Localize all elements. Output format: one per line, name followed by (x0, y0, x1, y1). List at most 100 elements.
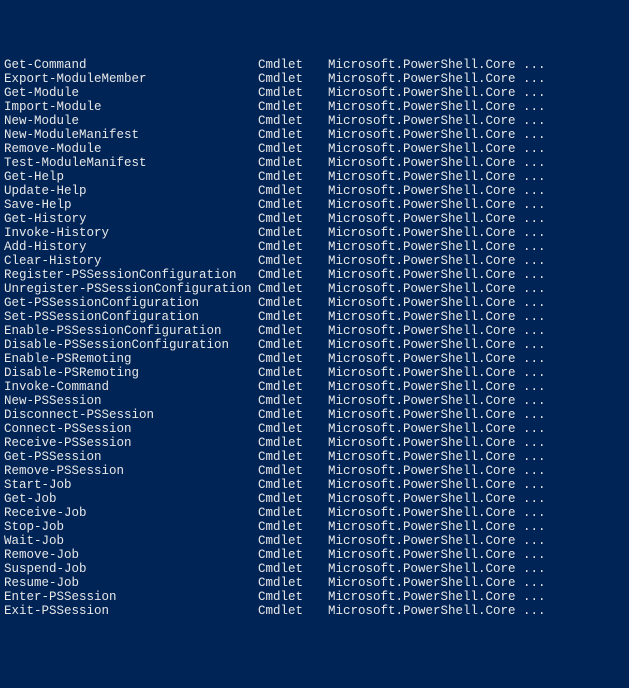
command-row: Connect-PSSessionCmdletMicrosoft.PowerSh… (4, 422, 625, 436)
command-row: Get-CommandCmdletMicrosoft.PowerShell.Co… (4, 58, 625, 72)
command-name: Receive-PSSession (4, 436, 258, 450)
command-type: Cmdlet (258, 58, 328, 72)
command-name: Disconnect-PSSession (4, 408, 258, 422)
command-row: Resume-JobCmdletMicrosoft.PowerShell.Cor… (4, 576, 625, 590)
command-source: Microsoft.PowerShell.Core ... (328, 548, 625, 562)
command-type: Cmdlet (258, 450, 328, 464)
command-name: Remove-Module (4, 142, 258, 156)
command-source: Microsoft.PowerShell.Core ... (328, 100, 625, 114)
command-row: Clear-HistoryCmdletMicrosoft.PowerShell.… (4, 254, 625, 268)
command-type: Cmdlet (258, 338, 328, 352)
command-source: Microsoft.PowerShell.Core ... (328, 604, 625, 618)
command-source: Microsoft.PowerShell.Core ... (328, 562, 625, 576)
command-type: Cmdlet (258, 268, 328, 282)
command-name: Clear-History (4, 254, 258, 268)
command-source: Microsoft.PowerShell.Core ... (328, 520, 625, 534)
command-row: Receive-PSSessionCmdletMicrosoft.PowerSh… (4, 436, 625, 450)
command-source: Microsoft.PowerShell.Core ... (328, 590, 625, 604)
command-type: Cmdlet (258, 198, 328, 212)
command-name: Add-History (4, 240, 258, 254)
command-type: Cmdlet (258, 184, 328, 198)
command-type: Cmdlet (258, 506, 328, 520)
command-row: Get-ModuleCmdletMicrosoft.PowerShell.Cor… (4, 86, 625, 100)
command-source: Microsoft.PowerShell.Core ... (328, 226, 625, 240)
command-type: Cmdlet (258, 422, 328, 436)
command-type: Cmdlet (258, 436, 328, 450)
command-type: Cmdlet (258, 128, 328, 142)
command-source: Microsoft.PowerShell.Core ... (328, 156, 625, 170)
command-name: New-Module (4, 114, 258, 128)
command-type: Cmdlet (258, 296, 328, 310)
command-type: Cmdlet (258, 394, 328, 408)
command-type: Cmdlet (258, 380, 328, 394)
command-source: Microsoft.PowerShell.Core ... (328, 576, 625, 590)
command-name: Enter-PSSession (4, 590, 258, 604)
command-row: Disable-PSSessionConfigurationCmdletMicr… (4, 338, 625, 352)
command-type: Cmdlet (258, 324, 328, 338)
command-type: Cmdlet (258, 212, 328, 226)
command-type: Cmdlet (258, 562, 328, 576)
command-source: Microsoft.PowerShell.Core ... (328, 366, 625, 380)
command-name: Disable-PSRemoting (4, 366, 258, 380)
command-row: Disconnect-PSSessionCmdletMicrosoft.Powe… (4, 408, 625, 422)
powershell-output: Get-CommandCmdletMicrosoft.PowerShell.Co… (4, 58, 625, 618)
command-row: Invoke-CommandCmdletMicrosoft.PowerShell… (4, 380, 625, 394)
command-source: Microsoft.PowerShell.Core ... (328, 282, 625, 296)
command-row: Export-ModuleMemberCmdletMicrosoft.Power… (4, 72, 625, 86)
command-name: Start-Job (4, 478, 258, 492)
command-source: Microsoft.PowerShell.Core ... (328, 324, 625, 338)
command-name: New-ModuleManifest (4, 128, 258, 142)
command-name: Enable-PSRemoting (4, 352, 258, 366)
command-type: Cmdlet (258, 548, 328, 562)
command-name: Unregister-PSSessionConfiguration (4, 282, 258, 296)
command-row: Save-HelpCmdletMicrosoft.PowerShell.Core… (4, 198, 625, 212)
command-source: Microsoft.PowerShell.Core ... (328, 86, 625, 100)
command-row: Enable-PSSessionConfigurationCmdletMicro… (4, 324, 625, 338)
command-source: Microsoft.PowerShell.Core ... (328, 408, 625, 422)
command-source: Microsoft.PowerShell.Core ... (328, 170, 625, 184)
command-name: Get-PSSession (4, 450, 258, 464)
command-source: Microsoft.PowerShell.Core ... (328, 338, 625, 352)
command-row: Register-PSSessionConfigurationCmdletMic… (4, 268, 625, 282)
command-name: Get-Module (4, 86, 258, 100)
command-name: Connect-PSSession (4, 422, 258, 436)
command-name: Update-Help (4, 184, 258, 198)
command-source: Microsoft.PowerShell.Core ... (328, 464, 625, 478)
command-name: Set-PSSessionConfiguration (4, 310, 258, 324)
command-type: Cmdlet (258, 86, 328, 100)
command-row: Invoke-HistoryCmdletMicrosoft.PowerShell… (4, 226, 625, 240)
command-type: Cmdlet (258, 520, 328, 534)
command-type: Cmdlet (258, 478, 328, 492)
command-row: Disable-PSRemotingCmdletMicrosoft.PowerS… (4, 366, 625, 380)
command-source: Microsoft.PowerShell.Core ... (328, 534, 625, 548)
command-source: Microsoft.PowerShell.Core ... (328, 212, 625, 226)
command-type: Cmdlet (258, 576, 328, 590)
command-source: Microsoft.PowerShell.Core ... (328, 506, 625, 520)
command-name: Remove-Job (4, 548, 258, 562)
command-type: Cmdlet (258, 240, 328, 254)
command-row: Stop-JobCmdletMicrosoft.PowerShell.Core … (4, 520, 625, 534)
command-name: Get-Command (4, 58, 258, 72)
command-source: Microsoft.PowerShell.Core ... (328, 380, 625, 394)
command-type: Cmdlet (258, 142, 328, 156)
command-source: Microsoft.PowerShell.Core ... (328, 184, 625, 198)
command-name: Disable-PSSessionConfiguration (4, 338, 258, 352)
command-name: Get-Job (4, 492, 258, 506)
command-source: Microsoft.PowerShell.Core ... (328, 254, 625, 268)
command-source: Microsoft.PowerShell.Core ... (328, 240, 625, 254)
command-name: Import-Module (4, 100, 258, 114)
command-name: Stop-Job (4, 520, 258, 534)
command-row: Get-HelpCmdletMicrosoft.PowerShell.Core … (4, 170, 625, 184)
command-name: Save-Help (4, 198, 258, 212)
command-name: Get-History (4, 212, 258, 226)
command-source: Microsoft.PowerShell.Core ... (328, 114, 625, 128)
command-source: Microsoft.PowerShell.Core ... (328, 394, 625, 408)
command-row: Remove-ModuleCmdletMicrosoft.PowerShell.… (4, 142, 625, 156)
command-row: Remove-JobCmdletMicrosoft.PowerShell.Cor… (4, 548, 625, 562)
command-name: Suspend-Job (4, 562, 258, 576)
command-type: Cmdlet (258, 156, 328, 170)
command-source: Microsoft.PowerShell.Core ... (328, 72, 625, 86)
command-row: Get-PSSessionConfigurationCmdletMicrosof… (4, 296, 625, 310)
command-row: Update-HelpCmdletMicrosoft.PowerShell.Co… (4, 184, 625, 198)
command-row: Add-HistoryCmdletMicrosoft.PowerShell.Co… (4, 240, 625, 254)
